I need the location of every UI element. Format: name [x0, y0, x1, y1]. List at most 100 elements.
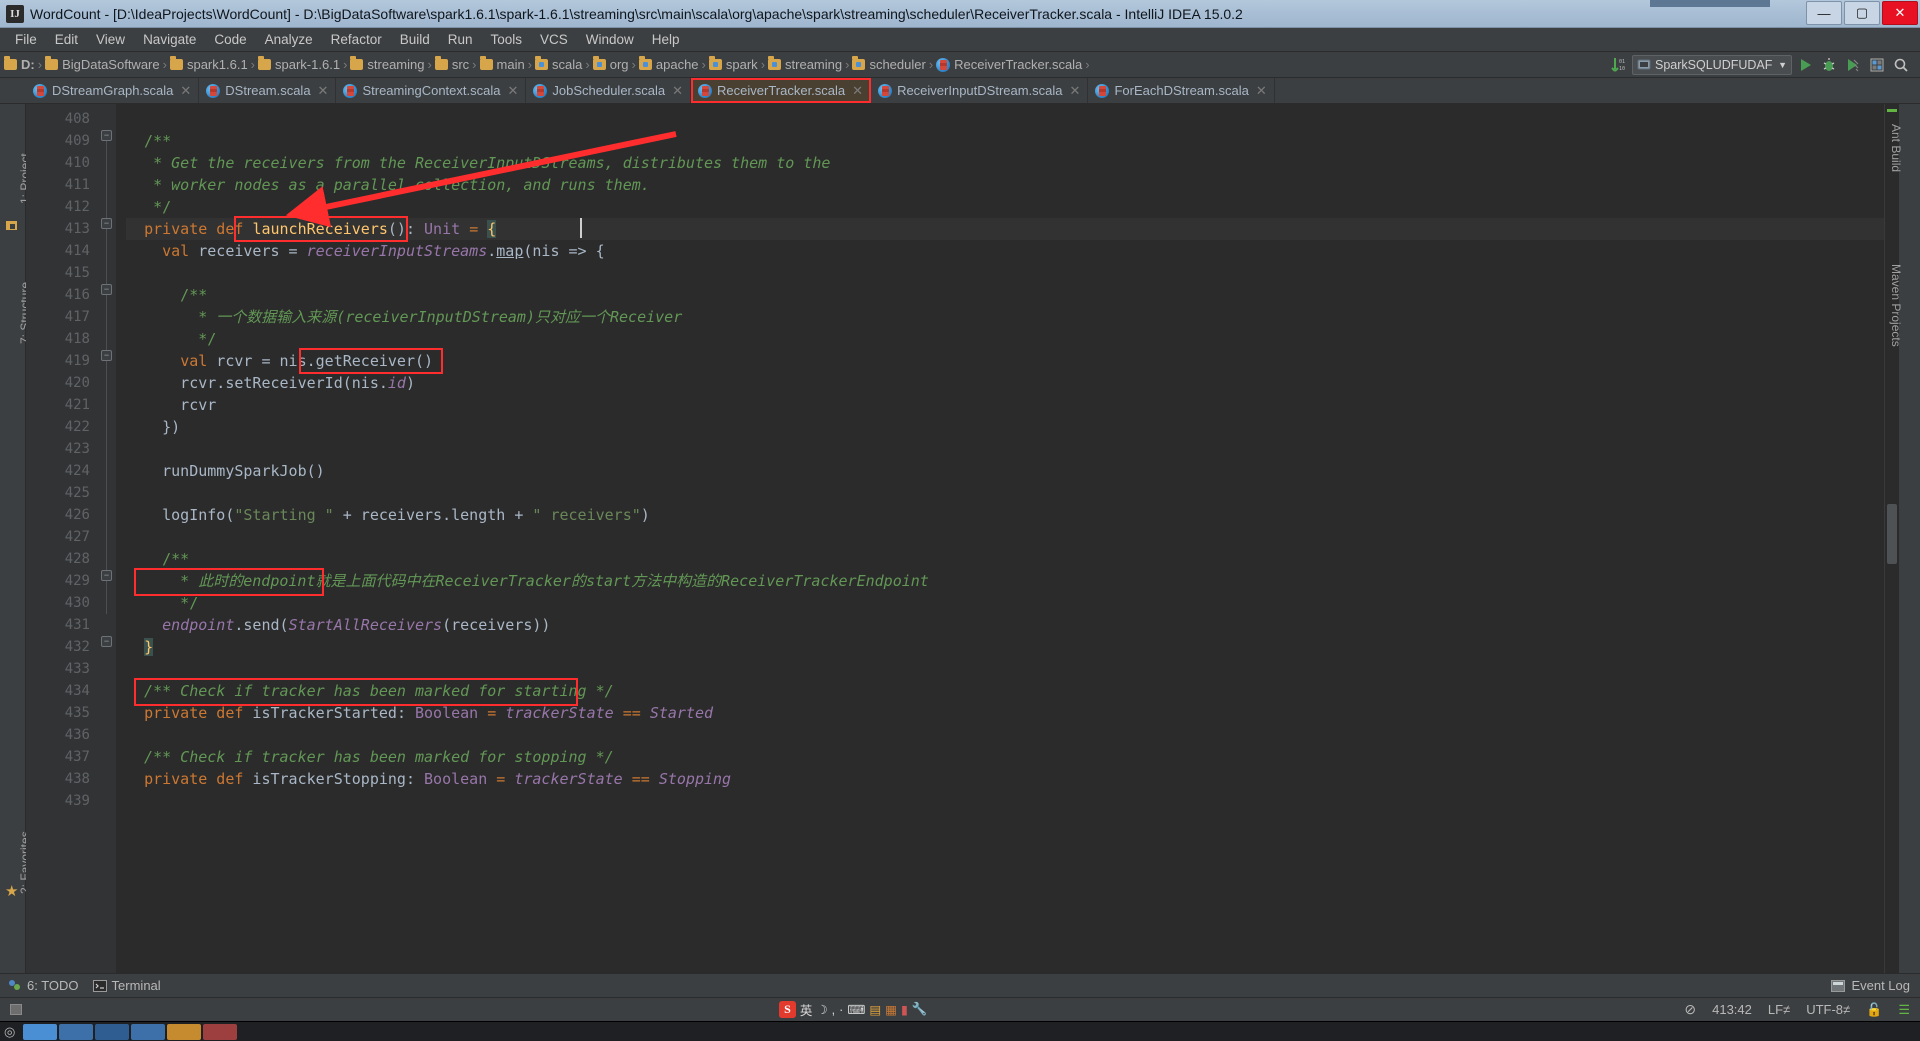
menu-refactor[interactable]: Refactor [322, 30, 391, 49]
menu-run[interactable]: Run [439, 30, 482, 49]
taskbar-item[interactable] [95, 1023, 130, 1040]
breadcrumb-main[interactable]: main [479, 56, 525, 72]
taskbar-item[interactable] [203, 1023, 238, 1040]
debug-icon[interactable] [1818, 55, 1840, 75]
code-editor[interactable]: 408 409 410 411 412 413 414 415 416 417 … [26, 104, 1898, 973]
tab-close-icon[interactable]: ✕ [180, 83, 191, 99]
close-button[interactable]: ✕ [1882, 1, 1918, 25]
breadcrumb-apache[interactable]: apache [638, 56, 699, 72]
chevron-down-icon[interactable]: ▼ [1778, 60, 1787, 70]
tool-window-todo[interactable]: 6: TODO [8, 978, 79, 993]
menu-file[interactable]: File [6, 30, 46, 49]
tab-streamingcontext[interactable]: StreamingContext.scala ✕ [336, 78, 527, 103]
breadcrumb-scala[interactable]: scala [535, 56, 583, 72]
sogou-ime-icon[interactable]: S [778, 1001, 796, 1018]
tool-window-ant-build[interactable]: Ant Build [1889, 124, 1903, 172]
wrench-icon[interactable]: 🔧 [912, 1002, 928, 1017]
breadcrumb-src[interactable]: src [434, 56, 469, 72]
tab-dstream[interactable]: DStream.scala ✕ [199, 78, 337, 103]
editor-scrollbar[interactable] [1884, 104, 1898, 973]
event-log-toggle[interactable]: Event Log [1831, 978, 1920, 993]
tab-jobscheduler[interactable]: JobScheduler.scala ✕ [526, 78, 692, 103]
breadcrumb-spark161[interactable]: spark1.6.1 [169, 56, 248, 72]
maximize-button[interactable]: ▢ [1844, 1, 1880, 25]
lock-icon[interactable]: 🔓 [1866, 1002, 1882, 1018]
line-number: 415 [64, 265, 90, 281]
breadcrumb-streaming[interactable]: streaming [350, 56, 424, 72]
menu-window[interactable]: Window [577, 30, 643, 49]
scrollbar-thumb[interactable] [1887, 504, 1897, 564]
hector-icon[interactable]: ☰ [1898, 1002, 1910, 1018]
run-icon[interactable] [1794, 55, 1816, 75]
breadcrumb-streaming-pkg[interactable]: streaming [768, 56, 842, 72]
tab-close-icon[interactable]: ✕ [672, 83, 683, 99]
menu-code[interactable]: Code [205, 30, 255, 49]
encoding-label[interactable]: UTF-8≠ [1806, 1002, 1850, 1017]
menu-analyze[interactable]: Analyze [256, 30, 322, 49]
trash-icon[interactable]: ▮ [901, 1002, 908, 1017]
comma-icon[interactable]: , [832, 1003, 835, 1017]
breadcrumb-spark-161[interactable]: spark-1.6.1 [258, 56, 340, 72]
start-button[interactable]: ◎ [4, 1024, 15, 1040]
taskbar-item[interactable] [59, 1023, 94, 1040]
palette-icon[interactable]: ▤ [869, 1002, 881, 1017]
taskbar-item[interactable] [167, 1023, 202, 1040]
dot-icon[interactable]: · [839, 1003, 843, 1017]
tab-close-icon[interactable]: ✕ [852, 83, 863, 99]
inspection-icon[interactable]: ⊘ [1684, 1001, 1696, 1018]
fold-toggle-icon[interactable]: − [101, 350, 112, 361]
run-configuration-selector[interactable]: SparkSQLUDFUDAF ▼ [1632, 54, 1792, 75]
tab-label: JobScheduler.scala [552, 83, 666, 98]
tab-close-icon[interactable]: ✕ [1256, 83, 1267, 99]
ime-mode-label[interactable]: 英 [800, 1000, 813, 1019]
tool-window-maven-projects[interactable]: Maven Projects [1889, 264, 1903, 347]
minimize-button[interactable]: — [1806, 1, 1842, 25]
breadcrumb-d[interactable]: D: [4, 56, 35, 72]
tool-window-terminal[interactable]: Terminal [92, 978, 161, 993]
breadcrumb-file[interactable]: ReceiverTracker.scala [936, 57, 1082, 72]
sort-numeric-icon[interactable]: 01 10 [1608, 55, 1630, 75]
tab-dstreamgraph[interactable]: DStreamGraph.scala ✕ [26, 78, 200, 103]
fold-toggle-icon[interactable]: − [101, 130, 112, 141]
tab-receivertracker[interactable]: ReceiverTracker.scala ✕ [691, 78, 872, 103]
taskbar-item[interactable] [23, 1023, 58, 1040]
breadcrumb-org[interactable]: org [592, 56, 629, 72]
layout-icon[interactable] [1866, 55, 1888, 75]
code-text[interactable]: /** * Get the receivers from the Receive… [116, 104, 1884, 973]
tab-close-icon[interactable]: ✕ [318, 83, 329, 99]
taskbar-item[interactable] [131, 1023, 166, 1040]
fold-toggle-icon[interactable]: − [101, 284, 112, 295]
source-folder-icon [638, 56, 652, 70]
menu-help[interactable]: Help [643, 30, 689, 49]
menu-edit[interactable]: Edit [46, 30, 87, 49]
menu-navigate[interactable]: Navigate [134, 30, 205, 49]
editor-area: 1: Project 7: Structure 2: Favorites ★ 4… [0, 104, 1920, 973]
menu-view[interactable]: View [87, 30, 134, 49]
fold-toggle-icon[interactable]: − [101, 570, 112, 581]
menu-build[interactable]: Build [391, 30, 439, 49]
right-tool-window-strip: Ant Build Maven Projects [1889, 104, 1920, 973]
menu-vcs[interactable]: VCS [531, 30, 577, 49]
tab-close-icon[interactable]: ✕ [1070, 83, 1081, 99]
menu-tools[interactable]: Tools [482, 30, 532, 49]
tab-close-icon[interactable]: ✕ [507, 83, 518, 99]
breadcrumb-label: scala [552, 57, 583, 72]
search-icon[interactable] [1890, 55, 1912, 75]
breadcrumb-spark[interactable]: spark [708, 56, 758, 72]
breadcrumb-scheduler[interactable]: scheduler [852, 56, 926, 72]
line-number: 436 [64, 727, 90, 743]
toolbox-icon[interactable]: ▦ [885, 1002, 897, 1017]
caret-position[interactable]: 413:42 [1712, 1002, 1752, 1017]
fold-toggle-icon[interactable]: − [101, 218, 112, 229]
line-number: 421 [64, 397, 90, 413]
breadcrumb-bigdatasoftware[interactable]: BigDataSoftware [45, 56, 160, 72]
coverage-icon[interactable] [1842, 55, 1864, 75]
keyboard-icon[interactable]: ⌨ [847, 1002, 865, 1017]
line-separator-label[interactable]: LF≠ [1768, 1002, 1790, 1017]
fold-toggle-icon[interactable]: − [101, 636, 112, 647]
tab-foreachdstream[interactable]: ForEachDStream.scala ✕ [1088, 78, 1275, 103]
code-folding-gutter[interactable]: − − − − − − [98, 104, 116, 973]
tab-receiverinputdstream[interactable]: ReceiverInputDStream.scala ✕ [871, 78, 1089, 103]
moon-icon[interactable]: ☽ [816, 1002, 827, 1017]
